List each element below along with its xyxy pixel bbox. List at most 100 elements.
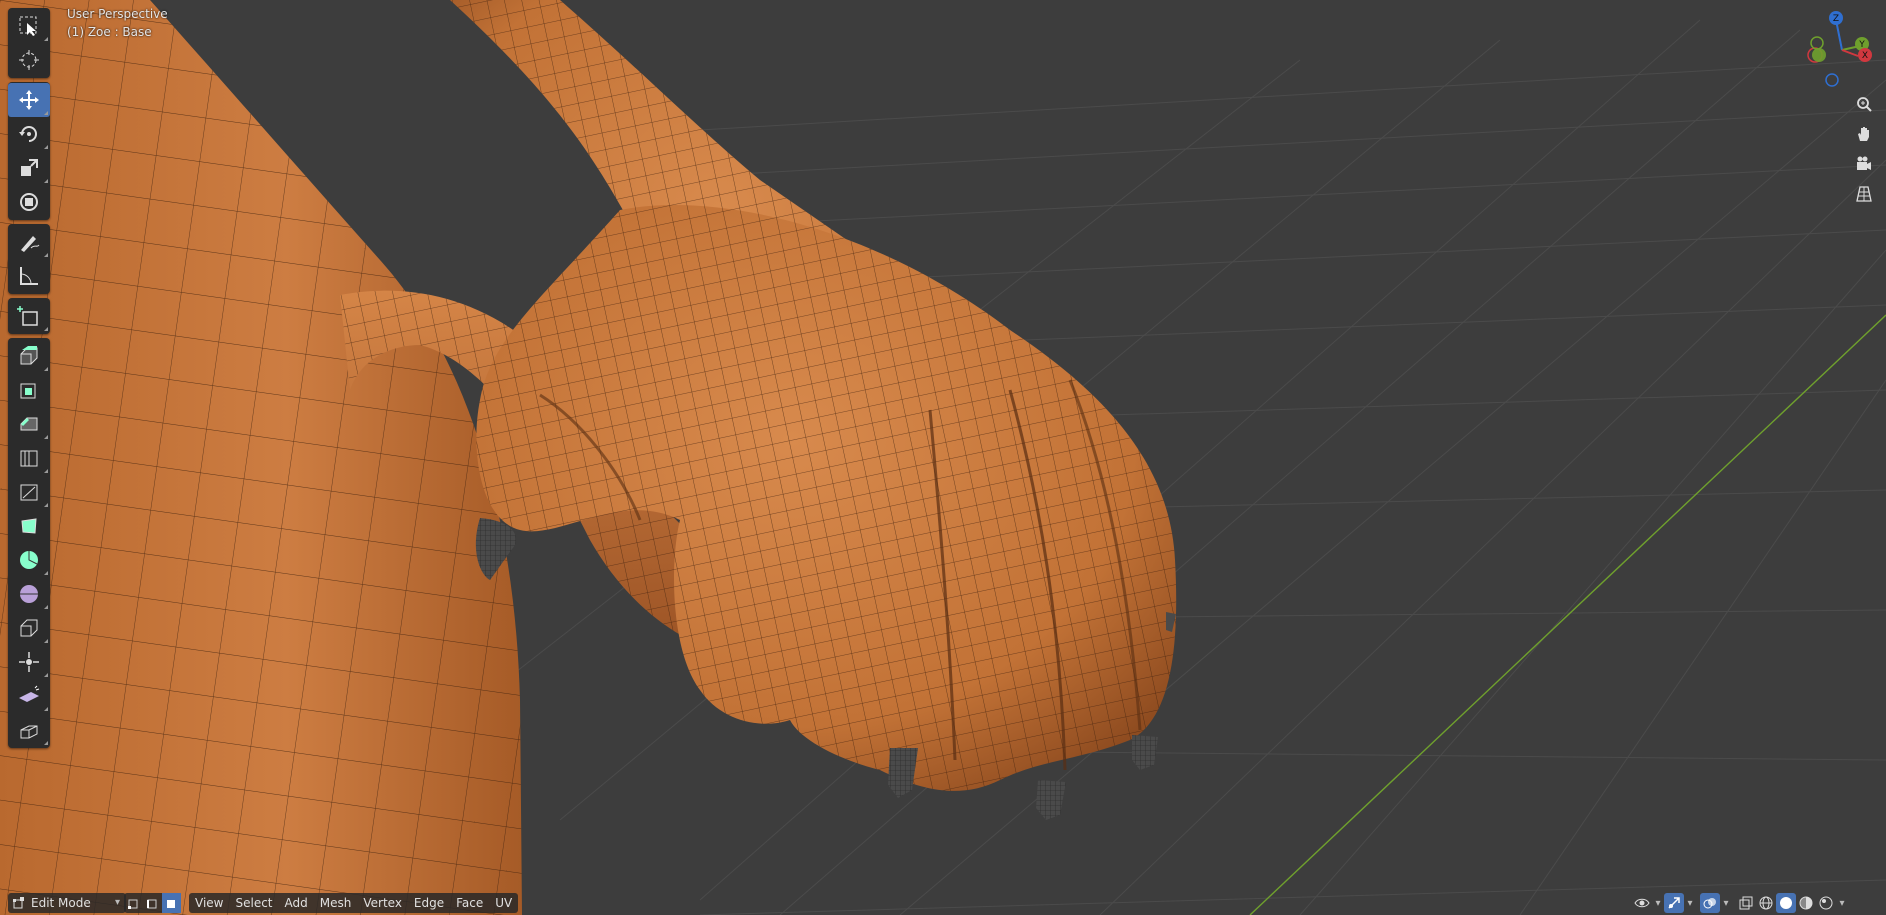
eye-icon bbox=[1634, 898, 1650, 908]
xray-toggle-button[interactable] bbox=[1736, 893, 1756, 913]
measure-tool[interactable] bbox=[8, 259, 50, 293]
menu-select[interactable]: Select bbox=[229, 893, 278, 913]
z-axis-label: Z bbox=[1833, 14, 1839, 24]
overlays-icon bbox=[1703, 898, 1716, 909]
loop-cut-icon bbox=[20, 450, 38, 467]
chevron-down-icon[interactable]: ▾ bbox=[1720, 898, 1732, 909]
poly-build-icon bbox=[21, 518, 37, 534]
shear-tool[interactable] bbox=[8, 679, 50, 713]
neg-z-axis-handle[interactable] bbox=[1825, 73, 1839, 87]
wireframe-sphere-icon bbox=[1759, 896, 1773, 910]
shear-icon bbox=[19, 685, 40, 702]
tool-shelf bbox=[8, 8, 50, 752]
navigation-gizmo[interactable]: Z Y X bbox=[1800, 8, 1880, 88]
spin-icon bbox=[20, 551, 38, 569]
rotate-tool[interactable] bbox=[8, 117, 50, 151]
x-axis-label: X bbox=[1862, 51, 1868, 61]
perspective-toggle-button[interactable] bbox=[1850, 180, 1878, 208]
solid-sphere-icon bbox=[1780, 897, 1792, 909]
bevel-icon bbox=[20, 417, 38, 431]
cursor-tool[interactable] bbox=[8, 43, 50, 77]
menu-mesh[interactable]: Mesh bbox=[314, 893, 358, 913]
3d-viewport[interactable]: User Perspective (1) Zoe : Base Z Y X Ed… bbox=[0, 0, 1886, 915]
menu-view[interactable]: View bbox=[189, 893, 229, 913]
menu-edge[interactable]: Edge bbox=[408, 893, 450, 913]
chevron-down-icon[interactable]: ▾ bbox=[1652, 898, 1664, 909]
shading-material-button[interactable] bbox=[1796, 893, 1816, 913]
spin-tool[interactable] bbox=[8, 543, 50, 577]
header-menu: View Select Add Mesh Vertex Edge Face UV bbox=[189, 893, 519, 913]
edge-select-button[interactable] bbox=[143, 893, 162, 913]
pan-button[interactable] bbox=[1850, 120, 1878, 148]
overlays-toggle-button[interactable] bbox=[1700, 893, 1720, 913]
annotate-icon bbox=[21, 236, 40, 252]
scale-icon bbox=[21, 159, 38, 176]
shading-rendered-button[interactable] bbox=[1816, 893, 1836, 913]
cursor-icon bbox=[19, 50, 39, 70]
loop-cut-tool[interactable] bbox=[8, 441, 50, 475]
face-select-button[interactable] bbox=[162, 893, 181, 913]
shrink-fatten-tool[interactable] bbox=[8, 645, 50, 679]
zoom-button[interactable] bbox=[1850, 90, 1878, 118]
camera-view-button[interactable] bbox=[1850, 150, 1878, 178]
edge-slide-icon bbox=[20, 619, 38, 637]
inset-icon bbox=[20, 383, 36, 399]
select-box-tool[interactable] bbox=[8, 9, 50, 43]
scale-tool[interactable] bbox=[8, 151, 50, 185]
gizmo-toggle-button[interactable] bbox=[1664, 893, 1684, 913]
viewport-scene[interactable] bbox=[0, 0, 1886, 915]
menu-uv[interactable]: UV bbox=[489, 893, 518, 913]
chevron-down-icon[interactable]: ▾ bbox=[1684, 898, 1696, 909]
zoom-icon bbox=[1857, 97, 1872, 112]
pan-hand-icon bbox=[1858, 127, 1869, 141]
extrude-icon bbox=[20, 346, 38, 365]
chevron-down-icon[interactable]: ▾ bbox=[1836, 898, 1848, 909]
neg-y-front-handle[interactable] bbox=[1812, 48, 1826, 62]
edge-slide-tool[interactable] bbox=[8, 611, 50, 645]
knife-tool[interactable] bbox=[8, 475, 50, 509]
bevel-tool[interactable] bbox=[8, 407, 50, 441]
edit-mode-icon bbox=[13, 897, 24, 909]
select-box-icon bbox=[19, 16, 37, 36]
add-cube-tool[interactable] bbox=[8, 299, 50, 333]
rip-region-icon bbox=[20, 725, 38, 739]
material-sphere-icon bbox=[1799, 896, 1813, 910]
smooth-icon bbox=[20, 585, 38, 603]
vertex-select-button[interactable] bbox=[124, 893, 143, 913]
transform-icon bbox=[20, 193, 38, 211]
smooth-tool[interactable] bbox=[8, 577, 50, 611]
transform-tool[interactable] bbox=[8, 185, 50, 219]
rotate-icon bbox=[19, 126, 37, 142]
grid-view-icon bbox=[1856, 186, 1872, 202]
body-mesh bbox=[0, 0, 522, 915]
menu-vertex[interactable]: Vertex bbox=[357, 893, 408, 913]
extrude-tool[interactable] bbox=[8, 339, 50, 373]
edge-select-icon bbox=[146, 899, 156, 909]
mode-selector[interactable]: Edit Mode ▾ bbox=[8, 893, 126, 913]
xray-icon bbox=[1739, 896, 1753, 910]
menu-add[interactable]: Add bbox=[279, 893, 314, 913]
menu-face[interactable]: Face bbox=[450, 893, 489, 913]
rendered-sphere-icon bbox=[1819, 896, 1833, 910]
shading-solid-button[interactable] bbox=[1776, 893, 1796, 913]
viewport-right-controls: ▾ ▾ ▾ ▾ bbox=[1632, 893, 1848, 913]
view-name: User Perspective bbox=[67, 7, 168, 21]
poly-build-tool[interactable] bbox=[8, 509, 50, 543]
camera-icon bbox=[1857, 156, 1871, 170]
shrink-fatten-icon bbox=[19, 652, 39, 672]
select-mode-buttons bbox=[124, 893, 181, 913]
move-tool[interactable] bbox=[8, 83, 50, 117]
measure-icon bbox=[20, 267, 38, 285]
visibility-button[interactable] bbox=[1632, 893, 1652, 913]
shading-wireframe-button[interactable] bbox=[1756, 893, 1776, 913]
gizmo-icon bbox=[1668, 897, 1680, 909]
add-cube-icon bbox=[17, 306, 38, 326]
rip-region-tool[interactable] bbox=[8, 713, 50, 747]
inset-tool[interactable] bbox=[8, 373, 50, 407]
move-icon bbox=[19, 90, 39, 110]
annotate-tool[interactable] bbox=[8, 225, 50, 259]
face-select-icon bbox=[166, 900, 175, 908]
vertex-select-icon bbox=[127, 899, 137, 909]
object-info: (1) Zoe : Base bbox=[67, 25, 152, 39]
neg-y-axis-handle[interactable] bbox=[1810, 36, 1824, 50]
